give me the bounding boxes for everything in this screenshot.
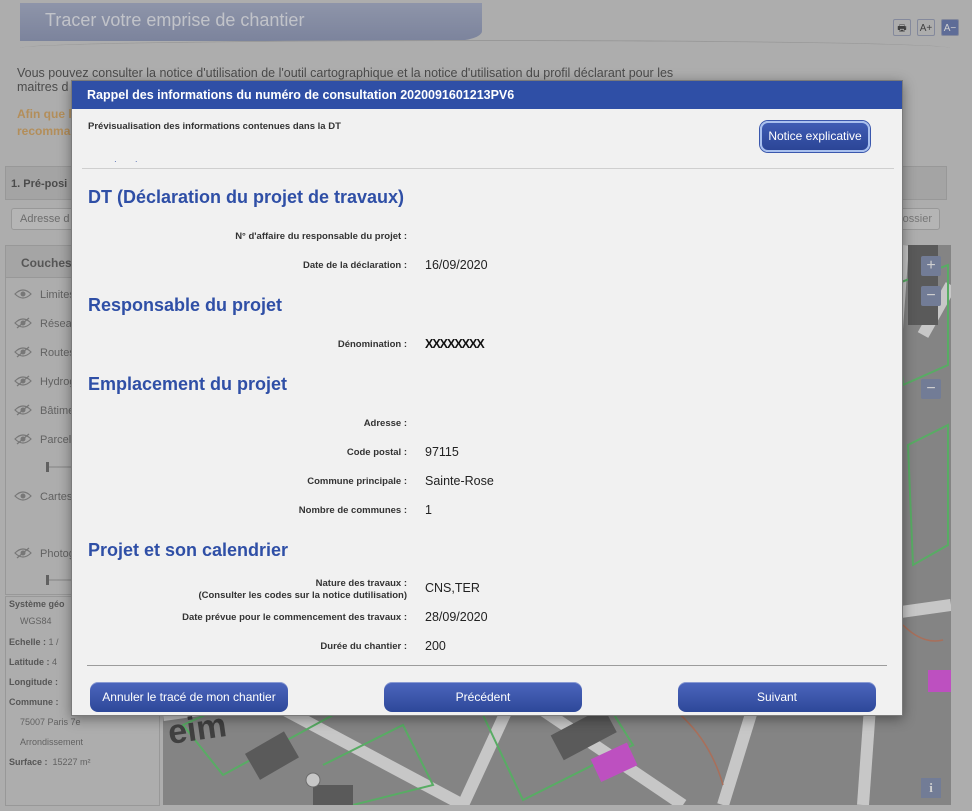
date-declaration-value: 16/09/2020 (425, 258, 488, 272)
section-title-responsable: Responsable du projet (88, 295, 283, 315)
nature-label: Nature des travaux : (Consulter les code… (198, 578, 407, 602)
cancel-trace-button[interactable]: Annuler le tracé de mon chantier (90, 682, 288, 712)
commune-principale-value: Sainte-Rose (425, 474, 494, 488)
consultation-dialog: Rappel des informations du numéro de con… (71, 80, 903, 716)
nature-label-line-1: Nature des travaux : (315, 578, 407, 589)
nature-value: CNS,TER (425, 581, 480, 595)
code-postal-value: 97115 (425, 445, 459, 459)
section-title-dt: DT (Déclaration du projet de travaux) (88, 187, 405, 207)
adresse-label: Adresse : (363, 418, 407, 429)
affaire-label: N° d'affaire du responsable du projet : (235, 231, 407, 242)
duree-value: 200 (425, 639, 446, 653)
previous-button[interactable]: Précédent (384, 682, 582, 712)
nombre-communes-label: Nombre de communes : (298, 505, 407, 516)
footer-divider (87, 665, 887, 666)
date-declaration-label: Date de la déclaration : (302, 260, 407, 271)
commune-principale-label: Commune principale : (307, 476, 407, 487)
code-postal-label: Code postal : (346, 447, 407, 458)
preview-label: Prévisualisation des informations conten… (88, 121, 341, 132)
duree-label: Durée du chantier : (320, 641, 407, 652)
section-title-calendrier: Projet et son calendrier (88, 540, 289, 560)
denomination-value: XXXXXXXX (425, 337, 485, 351)
notice-button[interactable]: Notice explicative (760, 121, 870, 152)
denomination-label: Dénomination : (337, 339, 407, 350)
nature-label-line-2: (Consulter les codes sur la notice dutil… (198, 590, 407, 601)
nombre-communes-value: 1 (425, 503, 432, 517)
dialog-title: Rappel des informations du numéro de con… (72, 81, 902, 109)
preview-link[interactable]: · · (114, 157, 146, 166)
dialog-content: DT (Déclaration du projet de travaux) N°… (72, 169, 902, 655)
next-button[interactable]: Suivant (678, 682, 876, 712)
section-title-emplacement: Emplacement du projet (88, 374, 288, 394)
debut-value: 28/09/2020 (425, 610, 488, 624)
debut-label: Date prévue pour le commencement des tra… (182, 612, 407, 623)
